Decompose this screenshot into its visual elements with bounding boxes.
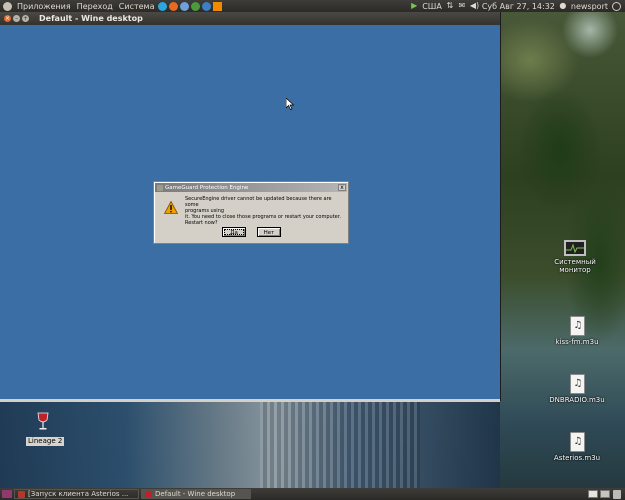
keyboard-layout[interactable]: США (422, 2, 442, 11)
wine-window-bottom-border (0, 399, 500, 402)
dialog-no-button[interactable]: Нет (257, 227, 281, 237)
audio-file-icon: ♫ (569, 432, 585, 452)
mail-icon[interactable]: ✉ (458, 2, 466, 10)
skype-launcher-icon[interactable] (158, 1, 168, 11)
desktop-icon-label: kiss-fm.m3u (555, 338, 599, 346)
dialog-yes-button[interactable]: Да (222, 227, 246, 237)
ubuntu-logo-icon[interactable] (3, 1, 12, 11)
desktop-icon-label: Системный (554, 258, 596, 266)
power-icon[interactable] (612, 1, 621, 11)
menu-system[interactable]: Система (116, 2, 158, 11)
taskbar-item-wine-desktop[interactable]: Default - Wine desktop (141, 489, 251, 499)
desktop-icon-lineage[interactable] (8, 412, 78, 432)
wine-task-icon (145, 490, 152, 498)
panel-tray: ▶ США ⇅ ✉ ◀) Суб Авг 27, 14:32 ● newspor… (410, 1, 625, 11)
bottom-panel: [Запуск клиента Asterios ... Default - W… (0, 488, 625, 500)
dialog-app-icon (157, 184, 163, 191)
dialog-message-line: SecureEngine driver cannot be updated be… (185, 196, 332, 208)
window-close-button[interactable]: × (4, 15, 11, 22)
wine-window-title: Default - Wine desktop (39, 14, 143, 23)
clock[interactable]: Суб Авг 27, 14:32 (482, 2, 555, 11)
system-monitor-icon (564, 240, 586, 256)
mail-launcher-icon[interactable] (180, 1, 190, 11)
volume-icon[interactable]: ◀) (470, 2, 479, 10)
dialog-message: SecureEngine driver cannot be updated be… (185, 196, 343, 226)
wine-window-titlebar[interactable]: × – + Default - Wine desktop (0, 12, 500, 25)
desktop-icon-system-monitor[interactable]: Системный монитор (540, 240, 610, 274)
desktop-icon-label: DNBRADIO.m3u (549, 396, 605, 404)
top-panel: Приложения Переход Система ▶ США ⇅ ✉ ◀) … (0, 0, 625, 12)
desktop-icon-label-lineage: Lineage 2 (26, 437, 65, 446)
menu-applications[interactable]: Приложения (14, 2, 74, 11)
window-maximize-button[interactable]: + (22, 15, 29, 22)
dialog-message-line: Restart now? (185, 220, 218, 226)
audio-file-icon: ♫ (569, 316, 585, 336)
taskbar-item-label: Default - Wine desktop (155, 490, 236, 498)
window-minimize-button[interactable]: – (13, 15, 20, 22)
menu-places[interactable]: Переход (74, 2, 116, 11)
trash-icon[interactable] (613, 489, 621, 499)
network-icon[interactable]: ⇅ (446, 2, 454, 10)
wine-glass-icon (37, 412, 49, 430)
user-icon[interactable]: ● (559, 2, 567, 10)
dialog-close-button[interactable]: x (338, 184, 346, 191)
desktop-icon-label: Asterios.m3u (553, 454, 601, 462)
play-indicator-icon[interactable]: ▶ (410, 2, 418, 10)
dialog-titlebar[interactable]: GameGuard Protection Engine x (155, 183, 347, 192)
taskbar-item-asterios[interactable]: [Запуск клиента Asterios ... (14, 489, 139, 499)
desktop-icon-label: монитор (559, 266, 591, 274)
vlc-launcher-icon[interactable] (213, 1, 223, 11)
taskbar-item-label: [Запуск клиента Asterios ... (28, 490, 129, 498)
show-desktop-icon[interactable] (2, 490, 12, 498)
workspace-1[interactable] (588, 490, 598, 498)
terminal-launcher-icon[interactable] (191, 1, 201, 11)
dialog-title: GameGuard Protection Engine (165, 184, 249, 191)
asterios-task-icon (18, 490, 25, 498)
desktop-icon-asterios[interactable]: ♫ Asterios.m3u (542, 432, 612, 462)
desktop-icon-dnbradio[interactable]: ♫ DNBRADIO.m3u (542, 374, 612, 404)
audio-file-icon: ♫ (569, 374, 585, 394)
network-launcher-icon[interactable] (202, 1, 212, 11)
gameguard-dialog: GameGuard Protection Engine x SecureEngi… (153, 181, 349, 244)
warning-icon (164, 201, 178, 214)
firefox-launcher-icon[interactable] (169, 1, 179, 11)
workspace-2[interactable] (600, 490, 610, 498)
user-name[interactable]: newsport (571, 2, 608, 11)
desktop-icon-kiss-fm[interactable]: ♫ kiss-fm.m3u (542, 316, 612, 346)
